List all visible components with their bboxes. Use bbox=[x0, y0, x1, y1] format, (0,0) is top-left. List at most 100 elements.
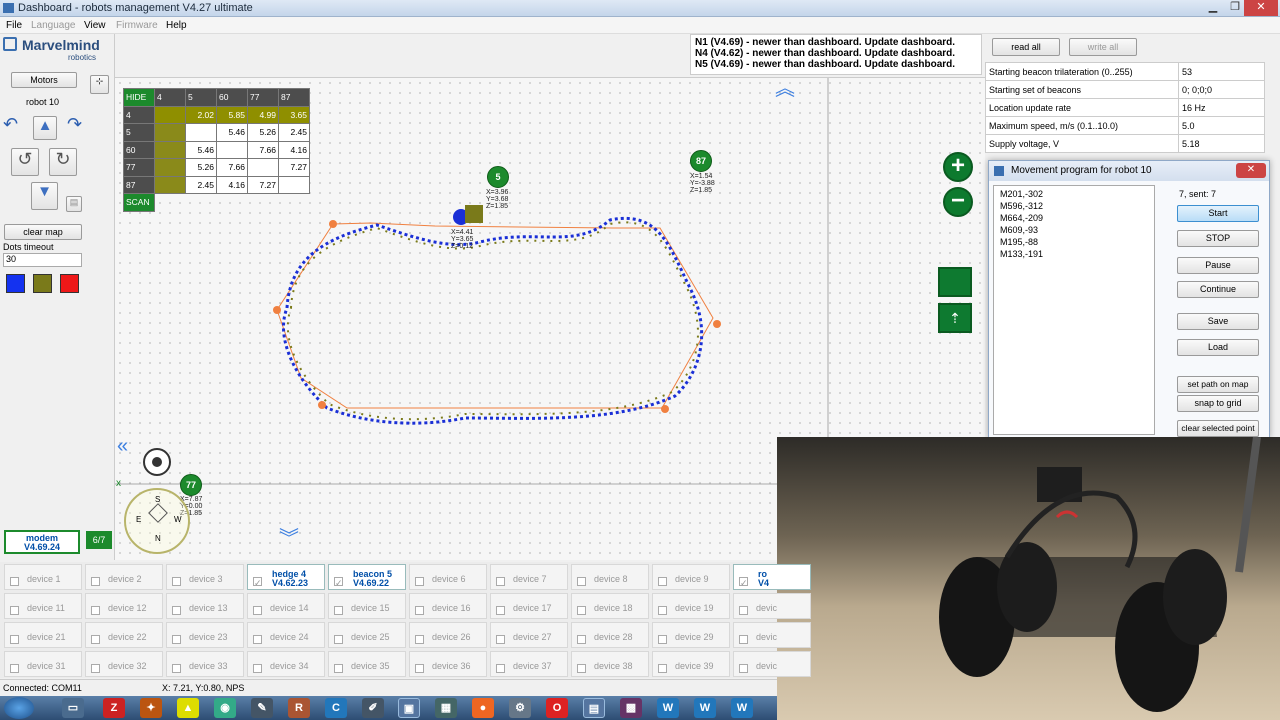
device-checkbox[interactable] bbox=[91, 606, 100, 615]
scroll-left-icon[interactable]: « bbox=[117, 435, 128, 458]
device-checkbox[interactable] bbox=[577, 635, 586, 644]
dashboard2-task-icon[interactable]: ▤ bbox=[583, 698, 605, 718]
app-blue1-icon[interactable]: W bbox=[657, 698, 679, 718]
settings-icon[interactable]: ▤ bbox=[66, 196, 82, 212]
app-pen-icon[interactable]: ✐ bbox=[362, 698, 384, 718]
device-tile[interactable]: device 39 bbox=[652, 651, 730, 677]
property-value[interactable]: 16 Hz bbox=[1178, 98, 1265, 117]
device-tile[interactable]: device 12 bbox=[85, 593, 163, 619]
device-tile[interactable]: device 16 bbox=[409, 593, 487, 619]
device-checkbox[interactable] bbox=[172, 635, 181, 644]
device-checkbox[interactable] bbox=[658, 577, 667, 586]
snap-to-grid-button[interactable]: snap to grid bbox=[1177, 395, 1259, 412]
color-red-swatch[interactable] bbox=[60, 274, 79, 293]
device-checkbox[interactable] bbox=[658, 606, 667, 615]
backward-arrow-icon[interactable]: ▼ bbox=[31, 182, 58, 210]
device-tile[interactable]: devic bbox=[733, 593, 811, 619]
forward-arrow-icon[interactable]: ▲ bbox=[33, 116, 57, 140]
device-checkbox[interactable] bbox=[496, 606, 505, 615]
device-tile[interactable]: device 34 bbox=[247, 651, 325, 677]
clear-selected-point-button[interactable]: clear selected point bbox=[1177, 420, 1259, 437]
zoom-in-icon[interactable]: + bbox=[943, 152, 973, 182]
device-tile[interactable]: ✓ hedge 4 V4.62.23 bbox=[247, 564, 325, 590]
device-tile[interactable]: device 11 bbox=[4, 593, 82, 619]
device-tile[interactable]: device 1 bbox=[4, 564, 82, 590]
device-tile[interactable]: device 24 bbox=[247, 622, 325, 648]
rotate-cw-icon[interactable]: ↻ bbox=[49, 148, 77, 176]
device-checkbox[interactable] bbox=[496, 635, 505, 644]
property-row[interactable]: Starting set of beacons 0; 0;0;0 bbox=[985, 80, 1265, 99]
motors-button[interactable]: Motors bbox=[11, 72, 77, 88]
property-value[interactable]: 5.18 bbox=[1178, 134, 1265, 153]
opera-icon[interactable]: O bbox=[546, 698, 568, 718]
hide-button[interactable]: HIDE bbox=[123, 88, 155, 107]
device-checkbox[interactable] bbox=[739, 606, 748, 615]
device-tile[interactable]: devic bbox=[733, 622, 811, 648]
device-tile[interactable]: device 8 bbox=[571, 564, 649, 590]
device-tile[interactable]: device 9 bbox=[652, 564, 730, 590]
color-olive-swatch[interactable] bbox=[33, 274, 52, 293]
settings-task-icon[interactable]: ⚙ bbox=[509, 698, 531, 718]
property-row[interactable]: Supply voltage, V 5.18 bbox=[985, 134, 1265, 153]
device-checkbox[interactable]: ✓ bbox=[253, 577, 262, 588]
device-tile[interactable]: device 22 bbox=[85, 622, 163, 648]
device-checkbox[interactable] bbox=[91, 577, 100, 586]
program-line[interactable]: M201,-302 bbox=[1000, 188, 1148, 200]
device-checkbox[interactable] bbox=[415, 635, 424, 644]
device-checkbox[interactable]: ✓ bbox=[739, 577, 748, 588]
property-value[interactable]: 5.0 bbox=[1178, 116, 1265, 135]
read-all-button[interactable]: read all bbox=[992, 38, 1060, 56]
device-tile[interactable]: device 3 bbox=[166, 564, 244, 590]
property-value[interactable]: 53 bbox=[1178, 62, 1265, 81]
device-checkbox[interactable] bbox=[10, 606, 19, 615]
device-checkbox[interactable]: ✓ bbox=[334, 577, 343, 588]
device-tile[interactable]: device 32 bbox=[85, 651, 163, 677]
app-purple-icon[interactable]: ▩ bbox=[620, 698, 642, 718]
device-tile[interactable]: device 33 bbox=[166, 651, 244, 677]
device-tile[interactable]: device 27 bbox=[490, 622, 568, 648]
menu-language[interactable]: Language bbox=[31, 20, 76, 31]
clear-map-button[interactable]: clear map bbox=[4, 224, 82, 240]
program-line[interactable]: M609,-93 bbox=[1000, 224, 1148, 236]
device-checkbox[interactable] bbox=[334, 635, 343, 644]
program-line[interactable]: M195,-88 bbox=[1000, 236, 1148, 248]
grid-view-icon[interactable] bbox=[938, 267, 972, 297]
device-tile[interactable]: device 38 bbox=[571, 651, 649, 677]
device-checkbox[interactable] bbox=[739, 635, 748, 644]
device-tile[interactable]: ✓ beacon 5 V4.69.22 bbox=[328, 564, 406, 590]
tool-icon[interactable]: ✎ bbox=[251, 698, 273, 718]
scan-button[interactable]: SCAN bbox=[123, 193, 155, 212]
device-tile[interactable]: device 17 bbox=[490, 593, 568, 619]
device-tile[interactable]: device 29 bbox=[652, 622, 730, 648]
dashboard-task-icon[interactable]: ▣ bbox=[398, 698, 420, 718]
close-icon[interactable]: ✕ bbox=[1244, 0, 1278, 16]
program-line[interactable]: M596,-312 bbox=[1000, 200, 1148, 212]
device-tile[interactable]: device 6 bbox=[409, 564, 487, 590]
device-tile[interactable]: device 28 bbox=[571, 622, 649, 648]
compass[interactable]: S N E W bbox=[124, 488, 190, 554]
device-checkbox[interactable] bbox=[172, 664, 181, 673]
start-button[interactable]: Start bbox=[1177, 205, 1259, 222]
chrome-icon[interactable]: ◉ bbox=[214, 698, 236, 718]
scroll-up-icon[interactable]: ︽ bbox=[775, 79, 795, 99]
device-checkbox[interactable] bbox=[91, 664, 100, 673]
property-row[interactable]: Maximum speed, m/s (0.1..10.0) 5.0 bbox=[985, 116, 1265, 135]
menu-firmware[interactable]: Firmware bbox=[116, 20, 158, 31]
scroll-down-icon[interactable]: ︾ bbox=[279, 529, 299, 549]
app-red-icon[interactable]: ✦ bbox=[140, 698, 162, 718]
beacon-87[interactable]: 87 bbox=[690, 150, 712, 172]
app-r-icon[interactable]: R bbox=[288, 698, 310, 718]
device-checkbox[interactable] bbox=[10, 664, 19, 673]
start-orb-icon[interactable] bbox=[4, 697, 34, 719]
firefox-icon[interactable]: ● bbox=[472, 698, 494, 718]
device-tile[interactable]: devic bbox=[733, 651, 811, 677]
device-tile[interactable]: ✓ ro V4 bbox=[733, 564, 811, 590]
zoom-out-icon[interactable]: − bbox=[943, 187, 973, 217]
color-blue-swatch[interactable] bbox=[6, 274, 25, 293]
pin-icon[interactable]: ⊹ bbox=[90, 75, 109, 94]
device-checkbox[interactable] bbox=[415, 606, 424, 615]
target-icon[interactable] bbox=[143, 448, 171, 476]
explorer-icon[interactable]: ▭ bbox=[62, 698, 84, 718]
device-checkbox[interactable] bbox=[415, 577, 424, 586]
device-checkbox[interactable] bbox=[253, 635, 262, 644]
